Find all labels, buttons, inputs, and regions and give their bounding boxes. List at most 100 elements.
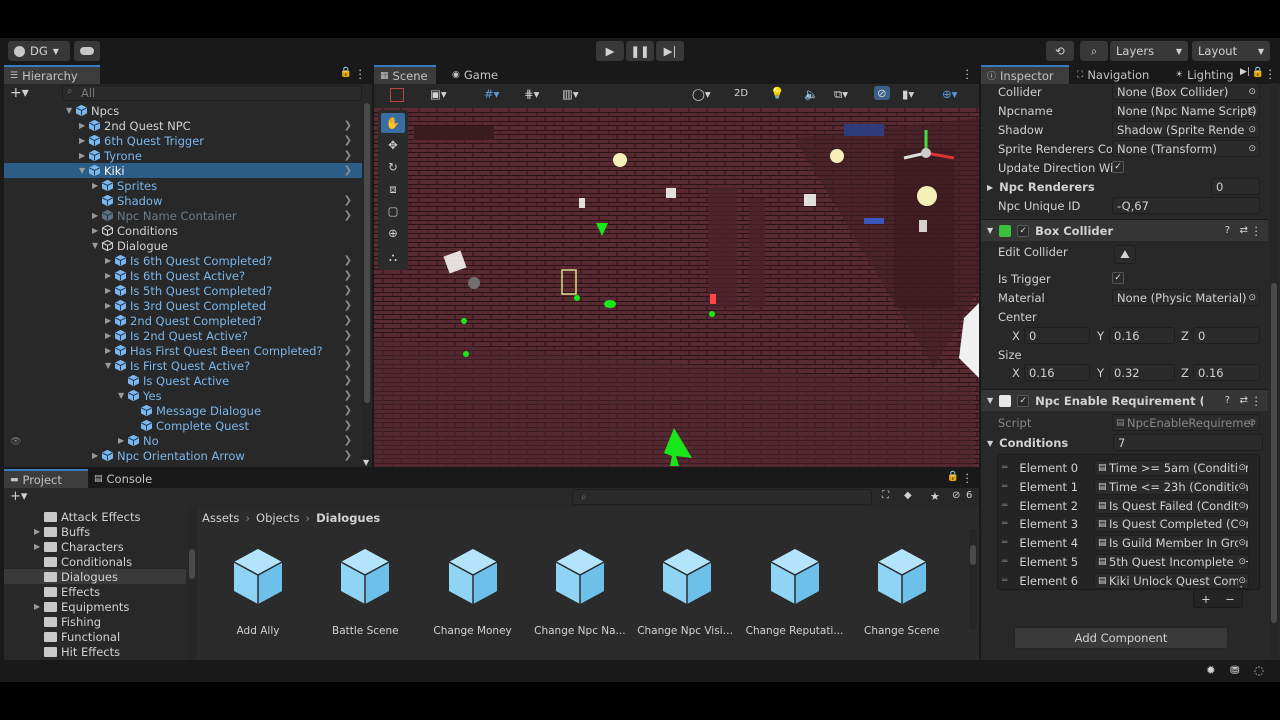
tab-scene[interactable]: ▦ Scene xyxy=(374,65,436,84)
collapsed-arrow-icon[interactable]: ▶ xyxy=(34,542,44,551)
folder-item[interactable]: Conditionals xyxy=(4,554,186,569)
open-prefab-arrow-icon[interactable]: ❯ xyxy=(344,420,352,431)
object-picker-icon[interactable]: ⊙ xyxy=(1238,463,1246,473)
collapsed-arrow-icon[interactable]: ▶ xyxy=(92,451,102,460)
folder-item[interactable]: Fishing xyxy=(4,614,186,629)
debug-icon[interactable]: ✹ xyxy=(1206,663,1216,677)
folder-item[interactable]: Effects xyxy=(4,584,186,599)
collapsed-arrow-icon[interactable]: ▶ xyxy=(34,527,44,536)
npc-unique-id-field[interactable]: -Q,67 xyxy=(1112,197,1260,214)
folder-item[interactable]: ▶ Buffs xyxy=(4,524,186,539)
hierarchy-row[interactable]: ▶ Is 6th Quest Active? ❯ xyxy=(4,268,362,283)
scrollbar-thumb[interactable] xyxy=(364,103,370,403)
tab-console[interactable]: ▤ Console xyxy=(88,469,168,488)
hierarchy-row[interactable]: ▼ Yes ❯ xyxy=(4,388,362,403)
collapsed-arrow-icon[interactable]: ▶ xyxy=(105,331,115,340)
open-prefab-arrow-icon[interactable]: ❯ xyxy=(344,435,352,446)
object-reference-field[interactable]: Shadow (Sprite Rende ⊙ xyxy=(1112,121,1260,138)
hierarchy-row[interactable]: Message Dialogue ❯ xyxy=(4,403,362,418)
preset-icon[interactable]: ⇄ xyxy=(1240,225,1248,236)
object-reference-field[interactable]: None (Npc Name Script) ⊙ xyxy=(1112,102,1260,119)
folder-item[interactable]: ▶ Characters xyxy=(4,539,186,554)
center-y-field[interactable]: 0.16 xyxy=(1109,327,1175,344)
overflow-icon[interactable]: ▶| xyxy=(1240,67,1250,77)
open-prefab-arrow-icon[interactable]: ❯ xyxy=(344,300,352,311)
drag-handle-icon[interactable]: ═ xyxy=(1002,519,1007,529)
condition-element-row[interactable]: ═ Element 1 ▤ Time <= 23h (Condition ⊙ xyxy=(998,478,1259,496)
condition-element-row[interactable]: ═ Element 6 ▤ Kiki Unlock Quest Comp ⊙ xyxy=(998,572,1259,590)
hidden-objects-icon[interactable]: ⊘ xyxy=(874,86,890,100)
condition-reference-field[interactable]: ▤ Is Quest Failed (Conditio ⊙ xyxy=(1094,497,1249,514)
add-component-button[interactable]: Add Component xyxy=(1014,627,1228,649)
drag-handle-icon[interactable]: ═ xyxy=(1002,463,1007,473)
hierarchy-row[interactable]: ▶ Tyrone ❯ xyxy=(4,148,362,163)
drag-handle-icon[interactable]: ═ xyxy=(1002,557,1007,567)
is-trigger-checkbox[interactable]: ✓ xyxy=(1112,272,1124,284)
hierarchy-row[interactable]: ▶ Npc Name Container ❯ xyxy=(4,208,362,223)
history-button[interactable]: ⟲ xyxy=(1046,41,1074,61)
camera-icon[interactable]: ▮▾ xyxy=(902,87,914,101)
material-field[interactable]: None (Physic Material) ⊙ xyxy=(1112,289,1260,306)
open-prefab-arrow-icon[interactable]: ❯ xyxy=(344,255,352,266)
open-prefab-arrow-icon[interactable]: ❯ xyxy=(344,330,352,341)
condition-element-row[interactable]: ═ Element 4 ▤ Is Guild Member In Grour ⊙ xyxy=(998,534,1259,552)
hierarchy-row[interactable]: Shadow ❯ xyxy=(4,193,362,208)
lock-icon[interactable]: 🔒 xyxy=(340,67,352,78)
hierarchy-row[interactable]: ▶ 2nd Quest NPC ❯ xyxy=(4,118,362,133)
drag-handle-icon[interactable]: ═ xyxy=(1002,538,1007,548)
object-picker-icon[interactable]: ⊙ xyxy=(1238,575,1246,586)
object-picker-icon[interactable]: ⊙ xyxy=(1238,557,1246,567)
network-icon[interactable]: ⛃ xyxy=(1230,663,1240,677)
open-prefab-arrow-icon[interactable]: ❯ xyxy=(344,390,352,401)
object-picker-icon[interactable]: ⊙ xyxy=(1248,293,1256,303)
preset-icon[interactable]: ⇄ xyxy=(1240,395,1248,406)
collapsed-arrow-icon[interactable]: ▶ xyxy=(92,211,102,220)
component-enabled-checkbox[interactable]: ✓ xyxy=(1017,394,1030,407)
draw-mode-icon[interactable] xyxy=(390,88,404,102)
collapsed-arrow-icon[interactable]: ▶ xyxy=(105,256,115,265)
hierarchy-row[interactable]: ▶ Has First Quest Been Completed? ❯ xyxy=(4,343,362,358)
shading-icon[interactable]: ▣▾ xyxy=(430,87,447,101)
collapsed-arrow-icon[interactable]: ▶ xyxy=(79,151,89,160)
object-picker-icon[interactable]: ⊙ xyxy=(1238,481,1246,492)
lock-icon[interactable]: 🔒 xyxy=(1252,67,1264,78)
add-icon[interactable]: +▾ xyxy=(10,85,29,101)
size-y-field[interactable]: 0.32 xyxy=(1109,364,1175,381)
effects-icon[interactable]: ⧉▾ xyxy=(834,87,848,102)
collapsed-arrow-icon[interactable]: ▶ xyxy=(118,436,128,445)
play-button[interactable]: ▶ xyxy=(596,41,624,61)
hierarchy-row[interactable]: ▶ Is 3rd Quest Completed ❯ xyxy=(4,298,362,313)
hand-tool-icon[interactable]: ✋ xyxy=(381,113,405,133)
rect-tool-icon[interactable]: ▢ xyxy=(381,201,405,221)
hierarchy-row[interactable]: ▼ Is First Quest Active? ❯ xyxy=(4,358,362,373)
npc-renderers-size-field[interactable]: 0 xyxy=(1211,178,1260,195)
collapsed-arrow-icon[interactable]: ▶ xyxy=(92,181,102,190)
folder-item[interactable]: ▶ Equipments xyxy=(4,599,186,614)
center-z-field[interactable]: 0 xyxy=(1193,327,1260,344)
folder-scrollbar[interactable] xyxy=(188,507,196,682)
expanded-arrow-icon[interactable]: ▼ xyxy=(66,106,76,115)
transform-tool-icon[interactable]: ⊕ xyxy=(381,223,405,243)
expanded-arrow-icon[interactable]: ▼ xyxy=(79,166,89,175)
more-menu-icon[interactable]: ⋮ xyxy=(1265,67,1277,81)
hidden-packages-icon[interactable]: ⊘ xyxy=(952,490,960,501)
condition-reference-field[interactable]: ▤ Time >= 5am (Condition ⊙ xyxy=(1094,460,1249,476)
npc-enable-requirement-header[interactable]: ▼ ✓ Npc Enable Requirement (Scrip ? ⇄ ⋮ xyxy=(981,389,1268,411)
condition-element-row[interactable]: ═ Element 0 ▤ Time >= 5am (Condition ⊙ xyxy=(998,459,1259,477)
inspector-scrollbar[interactable] xyxy=(1270,83,1278,682)
pause-button[interactable]: ❚❚ xyxy=(626,41,654,61)
object-picker-icon[interactable]: ⊙ xyxy=(1248,144,1256,154)
more-menu-icon[interactable]: ⋮ xyxy=(1251,394,1263,408)
component-enabled-checkbox[interactable]: ✓ xyxy=(1017,224,1030,237)
update-direction-checkbox[interactable]: ✓ xyxy=(1112,161,1124,173)
add-icon[interactable]: +▾ xyxy=(10,489,27,504)
scene-viewport[interactable]: ✋ ✥ ↻ ⧈ ▢ ⊕ ⛬ xyxy=(374,108,979,467)
open-prefab-arrow-icon[interactable]: ❯ xyxy=(344,210,352,221)
auto-refresh-icon[interactable]: ◌ xyxy=(1254,663,1264,677)
more-menu-icon[interactable]: ⋮ xyxy=(962,67,974,81)
scale-tool-icon[interactable]: ⧈ xyxy=(381,179,405,199)
increment-snap-icon[interactable]: ▥▾ xyxy=(562,87,579,101)
remove-element-icon[interactable]: − xyxy=(1225,592,1235,606)
object-picker-icon[interactable]: ⊙ xyxy=(1238,519,1246,530)
size-x-field[interactable]: 0.16 xyxy=(1024,364,1090,381)
